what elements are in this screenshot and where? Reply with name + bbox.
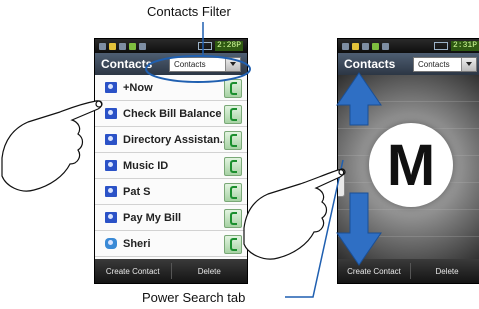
- annotation-overlay: [1, 22, 382, 298]
- scroll-up-arrow-icon: [336, 72, 382, 126]
- pointing-hand-icon: [1, 100, 103, 192]
- contacts-filter-highlight-ring: [145, 55, 251, 83]
- pointing-hand-icon: [243, 168, 346, 260]
- scroll-down-arrow-icon: [336, 192, 382, 266]
